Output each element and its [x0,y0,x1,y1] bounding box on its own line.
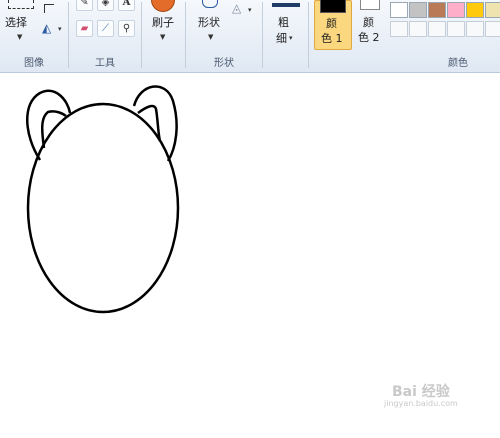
magnifier-icon[interactable]: ⚲ [118,20,135,37]
brush-group: 刷子 ▼ [142,0,184,72]
size-group: 粗 细 ▾ [263,0,307,72]
custom-color-slot[interactable] [428,21,446,37]
color-1-button[interactable]: 颜 色 1 [314,0,352,50]
custom-color-slot[interactable] [447,21,465,37]
eraser-icon[interactable]: ▰ [76,20,93,37]
outline-dropdown-icon[interactable]: ▾ [248,6,252,14]
brush-dropdown-icon[interactable]: ▼ [160,33,165,41]
brush-icon[interactable] [151,0,175,12]
color-2-button[interactable]: 颜 色 2 [352,0,388,48]
color-2-swatch [360,0,380,10]
brush-button[interactable]: 刷子 [152,14,174,30]
text-tool-icon[interactable]: A [118,0,135,11]
tools-group-label: 工具 [95,58,115,69]
tools-group: ✎ ◈ A ▰ ⟋ ⚲ 工具 [69,0,141,72]
color-1-label-line2: 色 1 [321,32,343,45]
select-dropdown-icon[interactable]: ▼ [17,33,22,41]
size-label-line1[interactable]: 粗 [278,14,289,30]
custom-color-slot[interactable] [409,21,427,37]
rotate-dropdown-icon[interactable]: ▾ [58,25,62,33]
custom-color-slot[interactable] [466,21,484,37]
divider [308,2,309,68]
shapes-dropdown-icon[interactable]: ▼ [208,33,213,41]
outline-fill-icon[interactable]: ◬ [232,1,241,15]
shapes-icon[interactable] [202,0,218,8]
custom-color-slot[interactable] [390,21,408,37]
palette-swatch[interactable] [428,2,446,18]
drawing-canvas[interactable]: Bai 经验 jingyan.baidu.com [0,73,500,434]
head-outline [26,102,180,314]
color-1-swatch [320,0,346,13]
shapes-group-label: 形状 [214,58,234,69]
palette-swatch[interactable] [485,2,500,18]
right-ear-outline [132,85,178,162]
custom-color-slot[interactable] [485,21,500,37]
rotate-icon[interactable]: ◭ [42,21,51,35]
size-label-line2[interactable]: 细 [276,30,287,46]
select-tool-icon[interactable] [8,0,34,9]
colors-group: 颜色 [388,0,500,72]
palette-swatch[interactable] [390,2,408,18]
color-1-label-line1: 颜 [326,17,337,30]
color-2-label-line2: 色 2 [358,31,380,44]
fill-icon[interactable]: ◈ [97,0,114,11]
watermark-url: jingyan.baidu.com [384,399,458,408]
image-group-label: 图像 [24,58,44,69]
palette-swatch[interactable] [409,2,427,18]
color-2-label-line1: 颜 [363,16,374,29]
watermark-text: Bai 经验 [392,384,450,400]
crop-icon[interactable] [44,4,54,13]
colors-group-label: 颜色 [448,58,468,69]
size-dropdown-icon[interactable]: ▾ [289,34,293,42]
ribbon-toolbar: 选择 ▼ ◭ ▾ 图像 ✎ ◈ A ▰ ⟋ ⚲ 工具 刷子 ▼ 形状 ▼ ◬ ▾… [0,0,500,73]
drawing-svg [26,85,180,314]
pencil-icon[interactable]: ✎ [76,0,93,11]
baidu-watermark: Bai 经验 jingyan.baidu.com [384,381,458,408]
color-picker-icon[interactable]: ⟋ [97,20,114,37]
left-ear-outline [26,89,72,161]
shapes-button[interactable]: 形状 [198,14,220,30]
palette-swatch[interactable] [466,2,484,18]
image-group: 选择 ▼ ◭ ▾ 图像 [0,0,68,72]
shapes-group: 形状 ▼ ◬ ▾ 形状 [186,0,262,72]
palette-swatch[interactable] [447,2,465,18]
size-line-icon[interactable] [272,3,300,7]
select-button[interactable]: 选择 [5,14,27,30]
